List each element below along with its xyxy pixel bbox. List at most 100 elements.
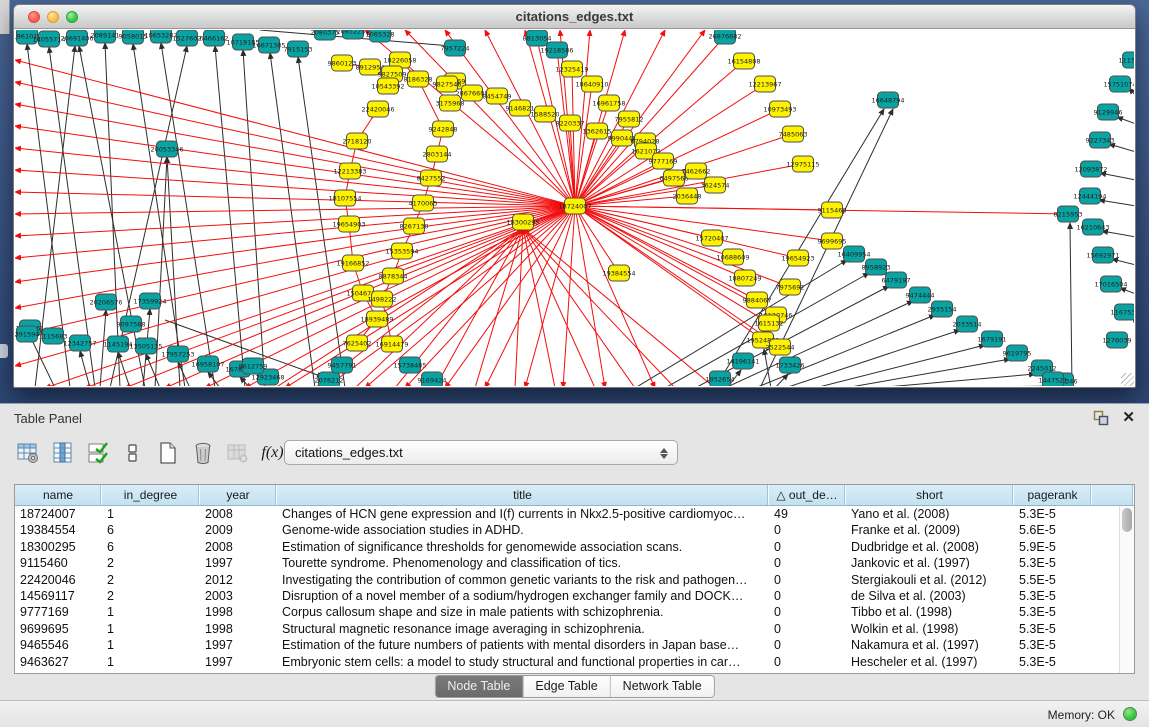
graph-node[interactable]: 8958923	[862, 259, 891, 275]
graph-node[interactable]: 15720407	[695, 230, 728, 246]
memory-status-indicator[interactable]	[1123, 707, 1137, 721]
table-source-dropdown[interactable]: citations_edges.txt	[284, 440, 678, 465]
graph-edge[interactable]	[1099, 200, 1134, 206]
window-resize-grip[interactable]	[1121, 373, 1134, 386]
graph-node[interactable]: 2089141	[91, 30, 120, 43]
graph-node[interactable]: 2803144	[423, 146, 452, 162]
graph-edge[interactable]	[15, 60, 575, 206]
graph-edge[interactable]	[146, 354, 160, 386]
tab-network-table[interactable]: Network Table	[611, 676, 714, 697]
graph-node[interactable]: 1167531	[1111, 304, 1134, 320]
graph-edge[interactable]	[435, 228, 523, 386]
graph-node[interactable]: 2080375	[311, 30, 340, 40]
graph-node[interactable]: 16961758	[592, 95, 625, 111]
window-titlebar[interactable]: citations_edges.txt	[14, 5, 1135, 29]
graph-node[interactable]: 15692971	[1086, 247, 1119, 263]
network-canvas[interactable]: 1961013140557142069140620891419058015106…	[15, 30, 1134, 386]
column-header-title[interactable]: title	[277, 485, 769, 505]
column-header-short[interactable]: short	[846, 485, 1014, 505]
graph-node[interactable]: 9115460	[818, 202, 847, 218]
graph-node[interactable]: 9097588	[117, 316, 146, 332]
graph-node[interactable]: 8454749	[483, 88, 512, 104]
table-row[interactable]: 977716911998Corpus callosum shape and si…	[15, 604, 1118, 620]
graph-node[interactable]: 16154808	[727, 53, 760, 69]
graph-node[interactable]: 8186328	[404, 71, 433, 87]
column-header-name[interactable]: name	[15, 485, 102, 505]
graph-node[interactable]: 7485063	[779, 126, 808, 142]
graph-node[interactable]: 7915153	[284, 41, 313, 57]
tab-edge-table[interactable]: Edge Table	[523, 676, 610, 697]
close-panel-icon[interactable]: ✕	[1122, 408, 1135, 426]
graph-edge[interactable]	[775, 374, 788, 386]
graph-node[interactable]: 1615132	[755, 315, 784, 331]
graph-edge[interactable]	[563, 206, 575, 386]
graph-node[interactable]: 8267130	[400, 218, 429, 234]
graph-node[interactable]: 9457791	[328, 357, 357, 373]
graph-edge[interactable]	[45, 206, 575, 386]
graph-node[interactable]: 19166852	[336, 255, 369, 271]
graph-edge[interactable]	[15, 170, 575, 206]
scrollbar-thumb[interactable]	[1122, 508, 1132, 532]
graph-node[interactable]: 2033514	[953, 316, 982, 332]
graph-node[interactable]: 15353594	[385, 243, 418, 259]
column-header-in_degree[interactable]: in_degree	[102, 485, 200, 505]
graph-node[interactable]: 9860123	[328, 55, 357, 71]
column-header-out_degree[interactable]: △ out_de…	[769, 485, 846, 505]
graph-node[interactable]: 9129946	[1094, 104, 1123, 120]
graph-node[interactable]: 3175968	[436, 95, 465, 111]
table-row[interactable]: 1456911722003Disruption of a novel membe…	[15, 588, 1118, 604]
table-settings-icon[interactable]	[14, 440, 41, 467]
table-row[interactable]: 946554611997Estimation of the future num…	[15, 637, 1118, 653]
graph-node[interactable]: 1065328	[366, 30, 395, 42]
graph-edge[interactable]	[365, 206, 575, 386]
graph-node[interactable]: 9242848	[429, 121, 458, 137]
graph-edge[interactable]	[80, 351, 90, 386]
graph-edge[interactable]	[845, 359, 1010, 386]
network-window[interactable]: citations_edges.txt 19610131405571420691…	[13, 4, 1136, 388]
graph-node[interactable]: 17957253	[161, 346, 194, 362]
graph-node[interactable]: 12975115	[786, 156, 819, 172]
graph-node[interactable]: 1733426	[776, 357, 805, 373]
graph-node[interactable]: 16409954	[837, 246, 870, 262]
graph-edge[interactable]	[575, 206, 619, 273]
graph-node[interactable]: 1498222	[368, 291, 397, 307]
graph-edge[interactable]	[445, 206, 575, 386]
graph-node[interactable]: 7955812	[615, 111, 644, 127]
graph-edge[interactable]	[875, 374, 1035, 386]
graph-node[interactable]: 1145194	[104, 336, 133, 352]
graph-edge[interactable]	[1100, 173, 1134, 180]
graph-node[interactable]: 16648794	[871, 92, 904, 108]
float-panel-icon[interactable]	[1093, 410, 1109, 426]
graph-edge[interactable]	[161, 43, 215, 386]
graph-edge[interactable]	[110, 46, 187, 386]
graph-node[interactable]: 14196141	[726, 353, 759, 369]
graph-node[interactable]: 9612759	[239, 358, 268, 374]
graph-node[interactable]: 12444194	[1073, 188, 1106, 204]
graph-node[interactable]: 22420046	[361, 101, 394, 117]
column-header-pagerank[interactable]: pagerank	[1014, 485, 1092, 505]
graph-edge[interactable]	[285, 206, 575, 386]
graph-node[interactable]: 15751074	[1103, 76, 1134, 92]
graph-edge[interactable]	[1117, 117, 1134, 124]
graph-node[interactable]: 9699695	[818, 233, 847, 249]
graph-edge[interactable]	[575, 206, 832, 210]
new-document-icon[interactable]	[154, 440, 181, 467]
graph-edge[interactable]	[1112, 259, 1134, 265]
graph-edge[interactable]	[105, 43, 120, 386]
graph-node[interactable]: 9227343	[1086, 132, 1115, 148]
graph-edge[interactable]	[523, 228, 595, 386]
graph-node[interactable]: 12342757	[63, 335, 96, 351]
graph-edge[interactable]	[1120, 288, 1134, 294]
graph-node[interactable]: 18807249	[728, 270, 761, 286]
graph-node[interactable]: 2076212	[315, 372, 344, 386]
graph-edge[interactable]	[575, 206, 605, 386]
column-visibility-icon[interactable]	[49, 440, 76, 467]
graph-node[interactable]: 17359924	[133, 293, 166, 309]
graph-node[interactable]: 2718120	[343, 133, 372, 149]
graph-node[interactable]: 1527602	[173, 30, 202, 46]
stacked-rows-icon[interactable]	[119, 440, 146, 467]
graph-node[interactable]: 9619795	[1003, 345, 1032, 361]
graph-node[interactable]: 6466162	[200, 30, 229, 46]
graph-node[interactable]: 2522544	[766, 339, 795, 355]
graph-node[interactable]: 9777169	[649, 153, 678, 169]
